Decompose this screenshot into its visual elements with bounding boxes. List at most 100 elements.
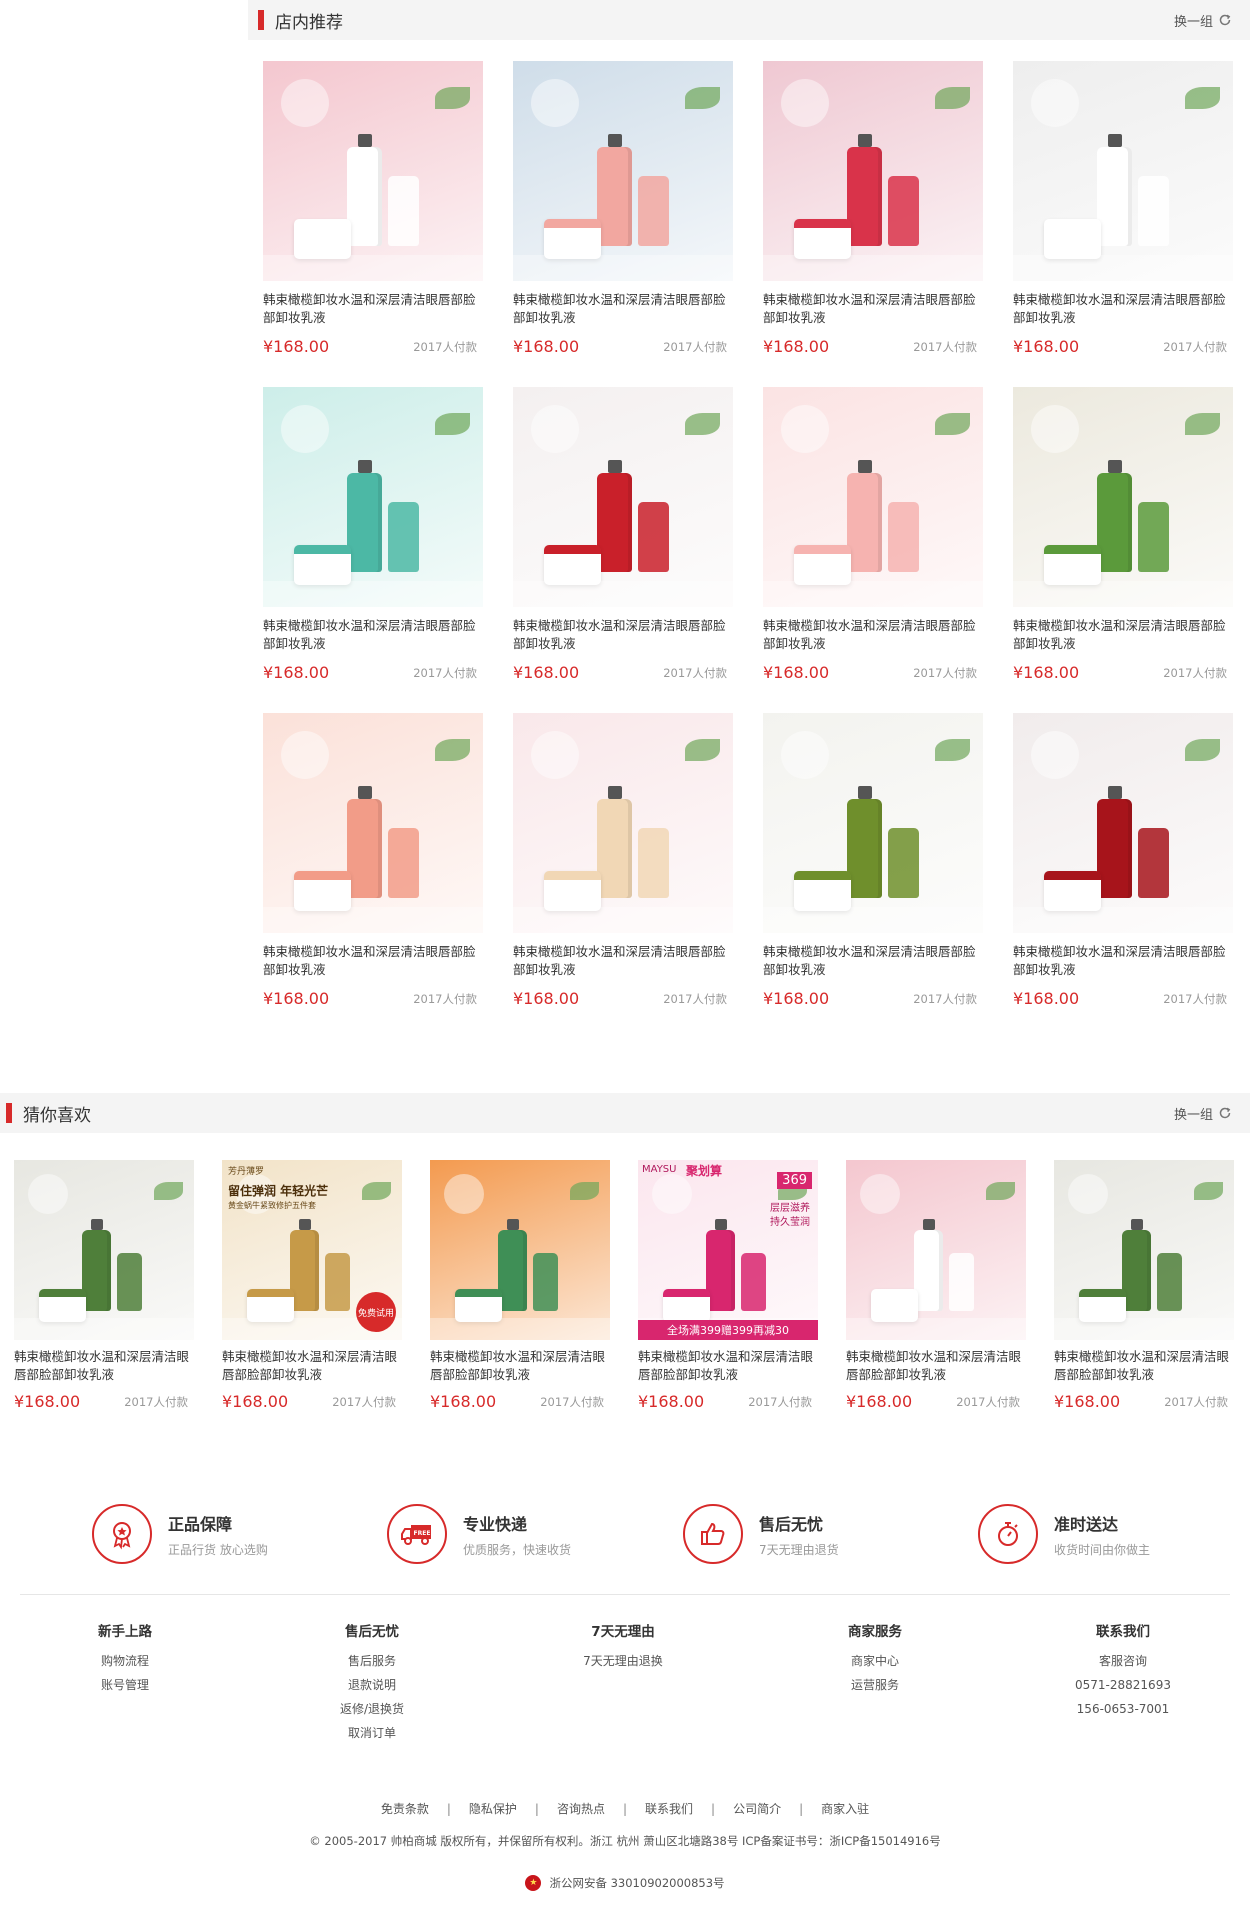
product-card[interactable]: 韩束橄榄卸妆水温和深层清洁眼唇部脸部卸妆乳液 ¥168.00 2017人付款 [1013, 713, 1233, 1008]
recommend-refresh-button[interactable]: 换一组 [1174, 11, 1232, 30]
product-image[interactable] [263, 61, 483, 281]
product-image[interactable] [1054, 1160, 1234, 1340]
product-image[interactable] [763, 387, 983, 607]
ad-brand: MAYSU [642, 1164, 677, 1175]
product-image[interactable] [430, 1160, 610, 1340]
footer-link[interactable]: 156-0653-7001 [1053, 1697, 1193, 1721]
product-image[interactable] [513, 61, 733, 281]
product-image[interactable] [263, 713, 483, 933]
product-card[interactable]: 韩束橄榄卸妆水温和深层清洁眼唇部脸部卸妆乳液 ¥168.00 2017人付款 [763, 387, 983, 682]
recommend-header: 店内推荐 换一组 [248, 0, 1250, 40]
product-card[interactable]: 韩束橄榄卸妆水温和深层清洁眼唇部脸部卸妆乳液 ¥168.00 2017人付款 [846, 1160, 1026, 1411]
product-image[interactable] [14, 1160, 194, 1340]
bottom-link[interactable]: 咨询热点 [557, 1802, 605, 1816]
service-subtitle: 优质服务，快速收货 [463, 1542, 572, 1557]
product-name[interactable]: 韩束橄榄卸妆水温和深层清洁眼唇部脸部卸妆乳液 [638, 1348, 818, 1384]
product-name[interactable]: 韩束橄榄卸妆水温和深层清洁眼唇部脸部卸妆乳液 [1013, 291, 1233, 327]
service-ontime: 准时送达 收货时间由你做主 [978, 1498, 1250, 1570]
product-name[interactable]: 韩束橄榄卸妆水温和深层清洁眼唇部脸部卸妆乳液 [1054, 1348, 1234, 1384]
refresh-icon [1219, 1107, 1231, 1119]
product-image[interactable] [1013, 713, 1233, 933]
bottom-link[interactable]: 商家入驻 [821, 1802, 869, 1816]
product-card[interactable]: 韩束橄榄卸妆水温和深层清洁眼唇部脸部卸妆乳液 ¥168.00 2017人付款 [763, 61, 983, 356]
product-name[interactable]: 韩束橄榄卸妆水温和深层清洁眼唇部脸部卸妆乳液 [263, 291, 483, 327]
ad-slogan: 留住弹润 年轻光芒 [228, 1184, 329, 1198]
product-name[interactable]: 韩束橄榄卸妆水温和深层清洁眼唇部脸部卸妆乳液 [430, 1348, 610, 1384]
product-card[interactable]: 韩束橄榄卸妆水温和深层清洁眼唇部脸部卸妆乳液 ¥168.00 2017人付款 [430, 1160, 610, 1411]
product-card[interactable]: 韩束橄榄卸妆水温和深层清洁眼唇部脸部卸妆乳液 ¥168.00 2017人付款 [513, 61, 733, 356]
product-image[interactable] [1013, 387, 1233, 607]
product-image[interactable] [513, 387, 733, 607]
product-name[interactable]: 韩束橄榄卸妆水温和深层清洁眼唇部脸部卸妆乳液 [1013, 943, 1233, 979]
product-name[interactable]: 韩束橄榄卸妆水温和深层清洁眼唇部脸部卸妆乳液 [513, 617, 733, 653]
product-card[interactable]: 韩束橄榄卸妆水温和深层清洁眼唇部脸部卸妆乳液 ¥168.00 2017人付款 [263, 387, 483, 682]
product-name[interactable]: 韩束橄榄卸妆水温和深层清洁眼唇部脸部卸妆乳液 [513, 943, 733, 979]
bottom-link[interactable]: 隐私保护 [469, 1802, 517, 1816]
service-title: 正品保障 [168, 1514, 233, 1534]
product-name[interactable]: 韩束橄榄卸妆水温和深层清洁眼唇部脸部卸妆乳液 [763, 291, 983, 327]
product-card[interactable]: 芳丹薄罗 留住弹润 年轻光芒 黄金蜗牛紧致修护五件套 免费试用 韩束橄榄卸妆水温… [222, 1160, 402, 1411]
product-image[interactable] [1013, 61, 1233, 281]
product-card[interactable]: 韩束橄榄卸妆水温和深层清洁眼唇部脸部卸妆乳液 ¥168.00 2017人付款 [263, 713, 483, 1008]
ad-subtitle: 黄金蜗牛紧致修护五件套 [228, 1201, 316, 1210]
footer-link[interactable]: 售后服务 [302, 1649, 442, 1673]
bottom-link[interactable]: 公司简介 [733, 1802, 781, 1816]
product-card[interactable]: 韩束橄榄卸妆水温和深层清洁眼唇部脸部卸妆乳液 ¥168.00 2017人付款 [14, 1160, 194, 1411]
product-card[interactable]: 韩束橄榄卸妆水温和深层清洁眼唇部脸部卸妆乳液 ¥168.00 2017人付款 [763, 713, 983, 1008]
ad-slogan: 层层滋养 持久莹润 [770, 1203, 810, 1228]
product-card[interactable]: 韩束橄榄卸妆水温和深层清洁眼唇部脸部卸妆乳液 ¥168.00 2017人付款 [1054, 1160, 1234, 1411]
product-card[interactable]: 韩束橄榄卸妆水温和深层清洁眼唇部脸部卸妆乳液 ¥168.00 2017人付款 [513, 713, 733, 1008]
product-image[interactable] [513, 713, 733, 933]
service-title: 售后无忧 [759, 1514, 824, 1534]
product-image[interactable] [763, 713, 983, 933]
product-name[interactable]: 韩束橄榄卸妆水温和深层清洁眼唇部脸部卸妆乳液 [1013, 617, 1233, 653]
footer-link[interactable]: 购物流程 [55, 1649, 195, 1673]
footer-link[interactable]: 返修/退换货 [302, 1697, 442, 1721]
product-name[interactable]: 韩束橄榄卸妆水温和深层清洁眼唇部脸部卸妆乳液 [763, 617, 983, 653]
product-name[interactable]: 韩束橄榄卸妆水温和深层清洁眼唇部脸部卸妆乳液 [763, 943, 983, 979]
product-price: ¥168.00 [846, 1392, 913, 1411]
refresh-label: 换一组 [1173, 14, 1213, 30]
guess-refresh-button[interactable]: 换一组 [1174, 1104, 1232, 1123]
product-image[interactable] [263, 387, 483, 607]
footer-link[interactable]: 7天无理由退换 [553, 1649, 693, 1673]
product-card[interactable]: MAYSU 聚划算 369 层层滋养 持久莹润 全场满399赠399再减30 韩… [638, 1160, 818, 1411]
product-sold-count: 2017人付款 [748, 1394, 812, 1409]
footer-link[interactable]: 取消订单 [302, 1721, 442, 1745]
footer-link[interactable]: 退款说明 [302, 1673, 442, 1697]
product-image[interactable]: MAYSU 聚划算 369 层层滋养 持久莹润 全场满399赠399再减30 [638, 1160, 818, 1340]
footer-link[interactable]: 商家中心 [805, 1649, 945, 1673]
refresh-label: 换一组 [1173, 1107, 1213, 1123]
footer-link[interactable]: 运营服务 [805, 1673, 945, 1697]
bottom-link[interactable]: 联系我们 [645, 1802, 693, 1816]
product-name[interactable]: 韩束橄榄卸妆水温和深层清洁眼唇部脸部卸妆乳液 [263, 617, 483, 653]
footer-column: 商家服务 商家中心 运营服务 [805, 1620, 945, 1697]
product-sold-count: 2017人付款 [663, 665, 727, 680]
product-card[interactable]: 韩束橄榄卸妆水温和深层清洁眼唇部脸部卸妆乳液 ¥168.00 2017人付款 [263, 61, 483, 356]
product-name[interactable]: 韩束橄榄卸妆水温和深层清洁眼唇部脸部卸妆乳液 [14, 1348, 194, 1384]
beian[interactable]: ★ 浙公网安备 33010902000853号 [0, 1875, 1250, 1891]
footer-column: 新手上路 购物流程 账号管理 [55, 1620, 195, 1697]
product-name[interactable]: 韩束橄榄卸妆水温和深层清洁眼唇部脸部卸妆乳液 [222, 1348, 402, 1384]
product-name[interactable]: 韩束橄榄卸妆水温和深层清洁眼唇部脸部卸妆乳液 [513, 291, 733, 327]
product-sold-count: 2017人付款 [413, 665, 477, 680]
product-sold-count: 2017人付款 [332, 1394, 396, 1409]
product-price: ¥168.00 [1054, 1392, 1121, 1411]
service-title: 准时送达 [1054, 1514, 1119, 1534]
footer-link[interactable]: 客服咨询 [1053, 1649, 1193, 1673]
product-sold-count: 2017人付款 [1163, 991, 1227, 1006]
product-price: ¥168.00 [263, 989, 330, 1008]
footer-link[interactable]: 0571-28821693 [1053, 1673, 1193, 1697]
product-image[interactable] [763, 61, 983, 281]
product-card[interactable]: 韩束橄榄卸妆水温和深层清洁眼唇部脸部卸妆乳液 ¥168.00 2017人付款 [1013, 387, 1233, 682]
product-price: ¥168.00 [513, 989, 580, 1008]
product-name[interactable]: 韩束橄榄卸妆水温和深层清洁眼唇部脸部卸妆乳液 [263, 943, 483, 979]
product-card[interactable]: 韩束橄榄卸妆水温和深层清洁眼唇部脸部卸妆乳液 ¥168.00 2017人付款 [1013, 61, 1233, 356]
product-image[interactable]: 芳丹薄罗 留住弹润 年轻光芒 黄金蜗牛紧致修护五件套 免费试用 [222, 1160, 402, 1340]
product-name[interactable]: 韩束橄榄卸妆水温和深层清洁眼唇部脸部卸妆乳液 [846, 1348, 1026, 1384]
bottom-link[interactable]: 免责条款 [381, 1802, 429, 1816]
product-image[interactable] [846, 1160, 1026, 1340]
product-card[interactable]: 韩束橄榄卸妆水温和深层清洁眼唇部脸部卸妆乳液 ¥168.00 2017人付款 [513, 387, 733, 682]
footer-link[interactable]: 账号管理 [55, 1673, 195, 1697]
product-sold-count: 2017人付款 [663, 339, 727, 354]
